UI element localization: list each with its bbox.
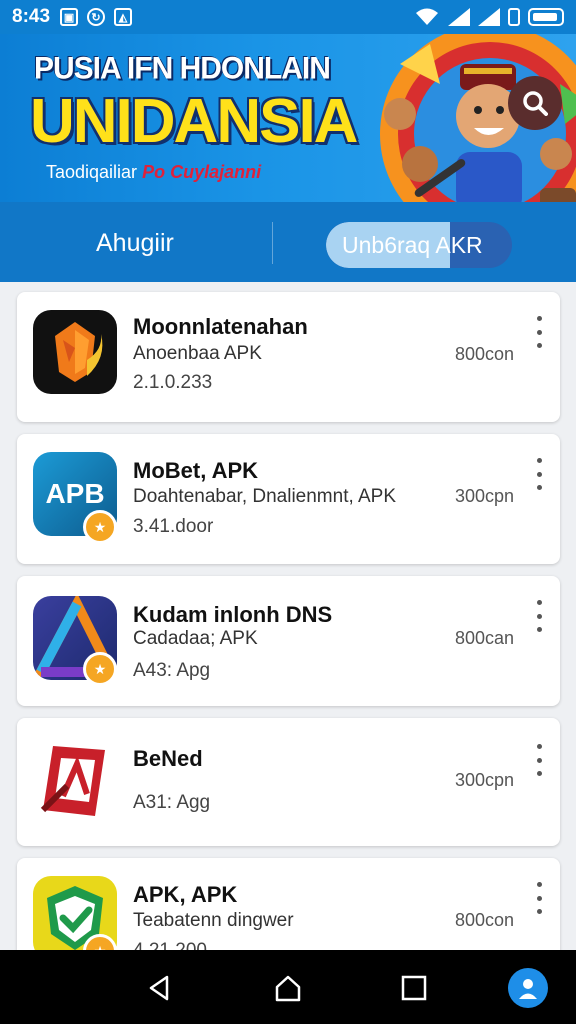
app-version: A43: Apg: [133, 660, 211, 681]
red-card-icon: [33, 736, 117, 820]
wifi-icon: [416, 8, 438, 25]
system-nav-bar: [0, 950, 576, 1024]
star-badge-icon: ★: [83, 510, 117, 544]
app-size: 300cpn: [454, 486, 514, 506]
banner-tagline-text: Taodiqailiar: [46, 162, 138, 182]
banner-brand: UNIDANSIA: [30, 87, 358, 156]
more-options-icon[interactable]: [534, 744, 544, 776]
apb-icon-label: APB: [45, 478, 105, 509]
battery-icon: [528, 8, 564, 26]
app-subtitle: Doahtenabar, Dnalienmnt, APK: [133, 486, 397, 507]
list-item[interactable]: ★ APK, APK Teabatenn dingwer 4.21.200 80…: [17, 858, 560, 950]
more-options-icon[interactable]: [534, 316, 544, 348]
recents-button[interactable]: [394, 968, 434, 1008]
back-icon: [149, 975, 169, 1001]
banner-tagline: Taodiqailiar Po Cuylajanni: [46, 162, 261, 183]
app-subtitle: Cadadaa; APK: [133, 628, 258, 649]
app-name: MoBet, APK: [133, 458, 259, 483]
search-button[interactable]: [508, 76, 562, 130]
app-size: 300cpn: [454, 770, 514, 790]
gallery-notification-icon: ▣: [60, 8, 79, 26]
app-subtitle: Anoenbaa APK: [133, 343, 262, 364]
more-options-icon[interactable]: [534, 458, 544, 490]
app-size: 800con: [454, 344, 514, 364]
recents-icon: [401, 975, 427, 1001]
promo-banner[interactable]: PUSIA IFN HDONLAIN UNIDANSIA Taodiqailia…: [0, 34, 576, 202]
banner-title: PUSIA IFN HDONLAIN: [34, 51, 331, 86]
app-version: 3.41.door: [133, 516, 214, 537]
app-size: 800can: [454, 628, 514, 648]
home-icon: [275, 975, 301, 1002]
app-name: Moonnlatenahan: [133, 314, 308, 339]
banner-tagline-highlight: Po Cuylajanni: [142, 162, 262, 182]
signal-icon-2: [478, 8, 500, 26]
status-time: 8:43: [12, 6, 51, 27]
list-item[interactable]: APB ★ MoBet, APK Doahtenabar, Dnalienmnt…: [17, 434, 560, 564]
app-version: 2.1.0.233: [133, 372, 213, 393]
tab-bar: Ahugiir Unb6raq AKR: [0, 202, 576, 282]
star-badge-icon: ★: [83, 652, 117, 686]
profile-button[interactable]: [508, 968, 548, 1008]
tab-right-label: Unb6raq AKR: [342, 232, 483, 258]
app-name: APK, APK: [133, 882, 238, 907]
app-name: Kudam inlonh DNS: [133, 602, 333, 627]
list-item[interactable]: ★ Kudam inlonh DNS Cadadaa; APK A43: Apg…: [17, 576, 560, 706]
sim-icon: [508, 8, 520, 26]
user-icon: [519, 979, 537, 999]
app-subtitle: Teabatenn dingwer: [133, 910, 294, 931]
more-options-icon[interactable]: [534, 600, 544, 632]
sync-notification-icon: ↻: [87, 8, 106, 26]
app-size: 800con: [454, 910, 514, 930]
more-options-icon[interactable]: [534, 882, 544, 914]
tab-right[interactable]: Unb6raq AKR: [326, 222, 512, 268]
app-version: 4.21.200: [133, 940, 207, 950]
list-item[interactable]: BeNed A31: Agg 300cpn: [17, 718, 560, 846]
image-notification-icon: ◭: [114, 8, 133, 26]
search-icon: [523, 91, 548, 116]
app-version: A31: Agg: [133, 792, 211, 813]
back-button[interactable]: [140, 968, 180, 1008]
status-bar: 8:43 ▣ ↻ ◭: [0, 0, 576, 34]
status-icons: [414, 7, 564, 27]
signal-icon: [448, 8, 470, 26]
list-item[interactable]: Moonnlatenahan Anoenbaa APK 2.1.0.233 80…: [17, 292, 560, 422]
shield-star-icon: [33, 310, 117, 394]
tab-divider: [272, 222, 273, 264]
app-name: BeNed: [133, 746, 203, 771]
tab-left[interactable]: Ahugiir: [96, 229, 174, 258]
home-button[interactable]: [268, 968, 308, 1008]
app-list: Moonnlatenahan Anoenbaa APK 2.1.0.233 80…: [0, 282, 576, 950]
